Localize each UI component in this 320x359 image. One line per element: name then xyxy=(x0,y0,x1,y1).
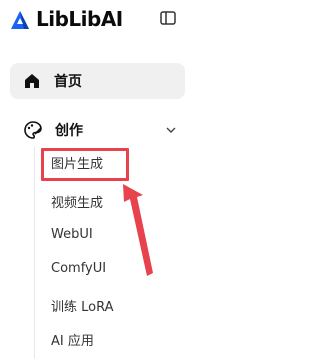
liblib-logo-icon xyxy=(11,11,29,29)
submenu-item-image-generation[interactable]: 图片生成 xyxy=(51,153,103,172)
submenu-item-ai-apps[interactable]: AI 应用 xyxy=(51,330,94,349)
submenu-item-comfyui[interactable]: ComfyUI xyxy=(51,261,106,276)
home-icon xyxy=(25,74,39,88)
sidebar: LibLibAI 首页 创作 图片生成 视频生成 WebUI ComfyUI 训… xyxy=(0,0,205,359)
sidebar-collapse-icon[interactable] xyxy=(160,11,176,25)
logo-text: LibLibAI xyxy=(36,7,123,31)
sidebar-item-create-label: 创作 xyxy=(55,123,83,139)
submenu-item-train-lora[interactable]: 训练 LoRA xyxy=(51,296,114,315)
annotation-arrow-head xyxy=(123,184,153,276)
submenu-divider xyxy=(34,147,35,359)
submenu-item-webui[interactable]: WebUI xyxy=(51,227,93,242)
sidebar-item-create[interactable]: 创作 xyxy=(10,112,185,148)
logo[interactable]: LibLibAI xyxy=(8,6,123,32)
sidebar-item-home-label: 首页 xyxy=(54,74,82,90)
submenu-item-video-generation[interactable]: 视频生成 xyxy=(51,192,103,211)
palette-brush-icon xyxy=(24,121,42,139)
chevron-down-icon[interactable] xyxy=(166,125,176,135)
sidebar-header: LibLibAI xyxy=(0,0,205,44)
sidebar-item-home[interactable]: 首页 xyxy=(10,63,185,99)
